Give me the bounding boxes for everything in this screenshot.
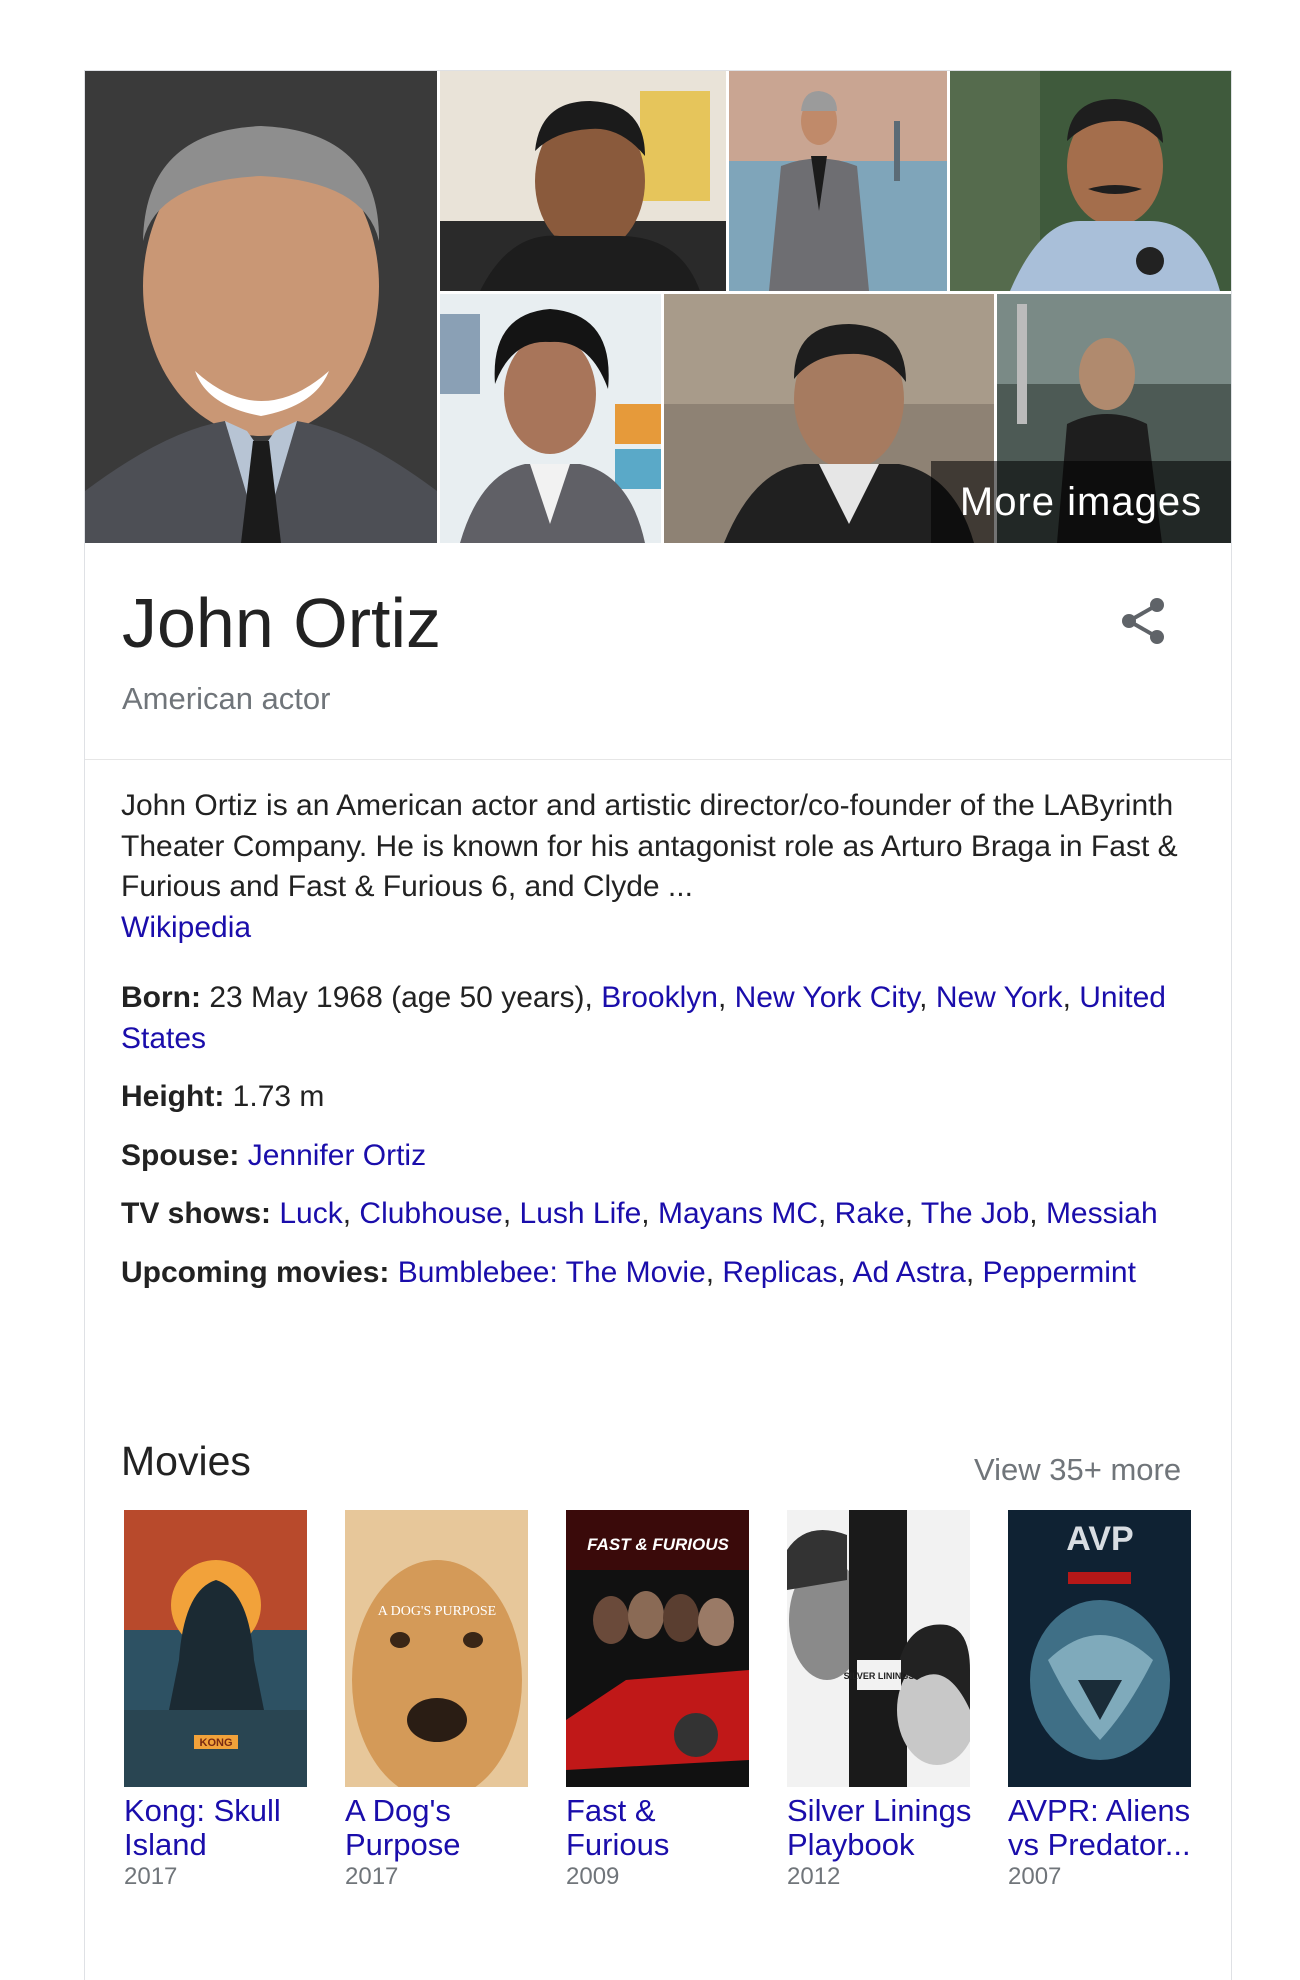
movie-year-avpr: 2007 <box>1008 1863 1062 1890</box>
movie-poster-dogs-purpose[interactable]: A DOG'S PURPOSE <box>345 1510 528 1787</box>
fact-upcoming-label: Upcoming movies: <box>121 1255 390 1289</box>
tv-link-the-job[interactable]: The Job <box>921 1197 1029 1230</box>
dogs-purpose-poster-text: A DOG'S PURPOSE <box>378 1604 496 1619</box>
silver-linings-poster-text: SILVER LININGS <box>844 1671 915 1681</box>
tv-link-messiah[interactable]: Messiah <box>1046 1197 1158 1230</box>
view-more-movies-link[interactable]: View 35+ more <box>974 1452 1181 1488</box>
gallery-image-4[interactable] <box>950 71 1231 291</box>
more-images-button[interactable]: More images <box>931 461 1231 543</box>
movie-card-dogs-purpose[interactable]: A DOG'S PURPOSE A Dog's Purpose 2017 <box>345 1510 535 1892</box>
tv-link-rake[interactable]: Rake <box>835 1197 905 1230</box>
gallery-image-5[interactable] <box>440 294 661 543</box>
movie-title-fast-furious[interactable]: Fast & Furious <box>566 1794 756 1862</box>
movie-card-kong[interactable]: KONG Kong: Skull Island 2017 <box>124 1510 314 1892</box>
entity-subtitle: American actor <box>122 681 331 716</box>
movie-year-silver-linings: 2012 <box>787 1863 841 1890</box>
more-images-label: More images <box>959 479 1203 524</box>
upcoming-link-ad-astra[interactable]: Ad Astra <box>852 1256 965 1289</box>
movie-poster-kong[interactable]: KONG <box>124 1510 307 1787</box>
fact-upcoming-movies: Upcoming movies: Bumblebee: The Movie, R… <box>121 1255 1136 1289</box>
movie-card-avpr[interactable]: AVP AVPR: Aliens vs Predator... 2007 <box>1008 1510 1198 1892</box>
fact-spouse: Spouse: Jennifer Ortiz <box>121 1136 1191 1177</box>
movie-title-kong[interactable]: Kong: Skull Island <box>124 1794 314 1862</box>
fact-height: Height: 1.73 m <box>121 1077 1191 1118</box>
gallery-image-2[interactable] <box>440 71 726 291</box>
avp-poster-text: AVP <box>1066 1520 1133 1558</box>
facts-list: Born: 23 May 1968 (age 50 years), Brookl… <box>121 978 1191 1311</box>
image-gallery[interactable]: More images <box>85 71 1231 543</box>
fact-spouse-label: Spouse: <box>121 1138 240 1172</box>
fact-height-value: 1.73 m <box>232 1080 325 1113</box>
born-link-new-york[interactable]: New York <box>936 981 1063 1014</box>
movie-title-silver-linings[interactable]: Silver Linings Playbook <box>787 1794 977 1862</box>
fast-furious-poster-text: FAST & FURIOUS <box>587 1535 729 1554</box>
wikipedia-link[interactable]: Wikipedia <box>121 911 251 944</box>
upcoming-link-peppermint[interactable]: Peppermint <box>983 1256 1136 1289</box>
gallery-image-3[interactable] <box>729 71 947 291</box>
description-text: John Ortiz is an American actor and arti… <box>121 789 1178 903</box>
share-button[interactable] <box>1113 591 1173 651</box>
fact-born: Born: 23 May 1968 (age 50 years), Brookl… <box>121 981 1166 1055</box>
spouse-link[interactable]: Jennifer Ortiz <box>248 1139 426 1172</box>
upcoming-link-bumblebee[interactable]: Bumblebee: The Movie <box>398 1256 706 1289</box>
share-icon <box>1122 598 1164 644</box>
movie-year-dogs-purpose: 2017 <box>345 1863 399 1890</box>
kong-poster-text: KONG <box>200 1737 233 1749</box>
movie-poster-fast-furious[interactable]: FAST & FURIOUS <box>566 1510 749 1787</box>
page-title: John Ortiz <box>122 584 441 662</box>
tv-link-luck[interactable]: Luck <box>279 1197 342 1230</box>
fact-tv-shows-label: TV shows: <box>121 1197 272 1230</box>
entity-header: John Ortiz American actor <box>85 543 1231 760</box>
tv-link-mayans-mc[interactable]: Mayans MC <box>658 1197 818 1230</box>
movie-card-fast-furious[interactable]: FAST & FURIOUS Fast & Furious 2009 <box>566 1510 756 1892</box>
upcoming-link-replicas[interactable]: Replicas <box>722 1256 837 1289</box>
movie-year-fast-furious: 2009 <box>566 1863 620 1890</box>
movie-title-dogs-purpose[interactable]: A Dog's Purpose <box>345 1794 535 1862</box>
movie-poster-silver-linings[interactable]: SILVER LININGS <box>787 1510 970 1787</box>
movie-year-kong: 2017 <box>124 1863 178 1890</box>
fact-born-value: 23 May 1968 (age 50 years), <box>209 981 593 1014</box>
movie-card-silver-linings[interactable]: SILVER LININGS Silver Linings Playbook 2… <box>787 1510 977 1892</box>
fact-born-label: Born: <box>121 981 201 1014</box>
fact-tv-shows: TV shows: Luck, Clubhouse, Lush Life, Ma… <box>121 1197 1158 1230</box>
tv-link-lush-life[interactable]: Lush Life <box>520 1197 642 1230</box>
tv-link-clubhouse[interactable]: Clubhouse <box>359 1197 502 1230</box>
main-portrait-image[interactable] <box>85 71 437 543</box>
fact-height-label: Height: <box>121 1080 225 1113</box>
born-link-brooklyn[interactable]: Brooklyn <box>601 981 718 1014</box>
born-link-nyc[interactable]: New York City <box>735 981 920 1014</box>
movies-heading: Movies <box>121 1438 251 1484</box>
movie-poster-avpr[interactable]: AVP <box>1008 1510 1191 1787</box>
entity-description: John Ortiz is an American actor and arti… <box>121 786 1181 948</box>
movie-title-avpr[interactable]: AVPR: Aliens vs Predator... <box>1008 1794 1198 1862</box>
